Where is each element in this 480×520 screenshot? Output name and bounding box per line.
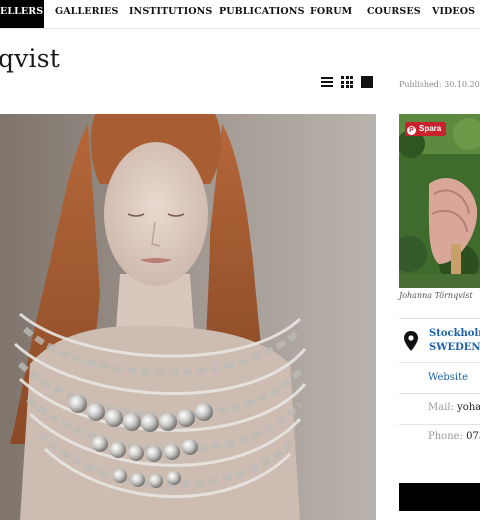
nav-item-jewellers[interactable]: ELLERS (0, 0, 44, 28)
page-title: qvist (0, 44, 60, 73)
location-city[interactable]: Stockholm (429, 328, 480, 339)
single-view-icon[interactable] (361, 76, 373, 88)
mail-row: Mail: yohan (428, 402, 480, 413)
nav-item-publications[interactable]: PUBLICATIONS (219, 0, 305, 28)
website-link[interactable]: Website (428, 372, 468, 383)
published-date: Published: 30.10.20 (399, 80, 480, 89)
location-country[interactable]: SWEDEN (429, 342, 480, 353)
photo-caption: Johanna Törnqvist (399, 291, 473, 300)
view-toggle (321, 76, 373, 90)
nav-item-institutions[interactable]: INSTITUTIONS (129, 0, 212, 28)
nav-item-forum[interactable]: FORUM (310, 0, 352, 28)
location-pin-icon (404, 331, 418, 351)
phone-value[interactable]: 073 (466, 431, 480, 442)
top-navigation: ELLERS GALLERIES INSTITUTIONS PUBLICATIO… (0, 0, 480, 29)
divider (399, 424, 480, 425)
portrait-image (0, 114, 376, 520)
main-photo[interactable] (0, 114, 376, 520)
nav-item-courses[interactable]: COURSES (367, 0, 421, 28)
nav-item-galleries[interactable]: GALLERIES (55, 0, 118, 28)
side-photo[interactable] (399, 114, 480, 288)
divider (399, 318, 480, 319)
phone-row: Phone: 073 (428, 431, 480, 442)
divider (399, 393, 480, 394)
divider (399, 362, 480, 363)
nav-item-videos[interactable]: VIDEOS (432, 0, 475, 28)
garden-image (399, 114, 480, 288)
mail-value[interactable]: yohan (457, 402, 480, 413)
pinterest-save-button[interactable]: P Spara (405, 122, 446, 136)
grid-view-icon[interactable] (341, 76, 353, 88)
contact-button[interactable] (399, 483, 480, 511)
pinterest-icon: P (407, 126, 416, 135)
list-view-icon[interactable] (321, 76, 333, 88)
